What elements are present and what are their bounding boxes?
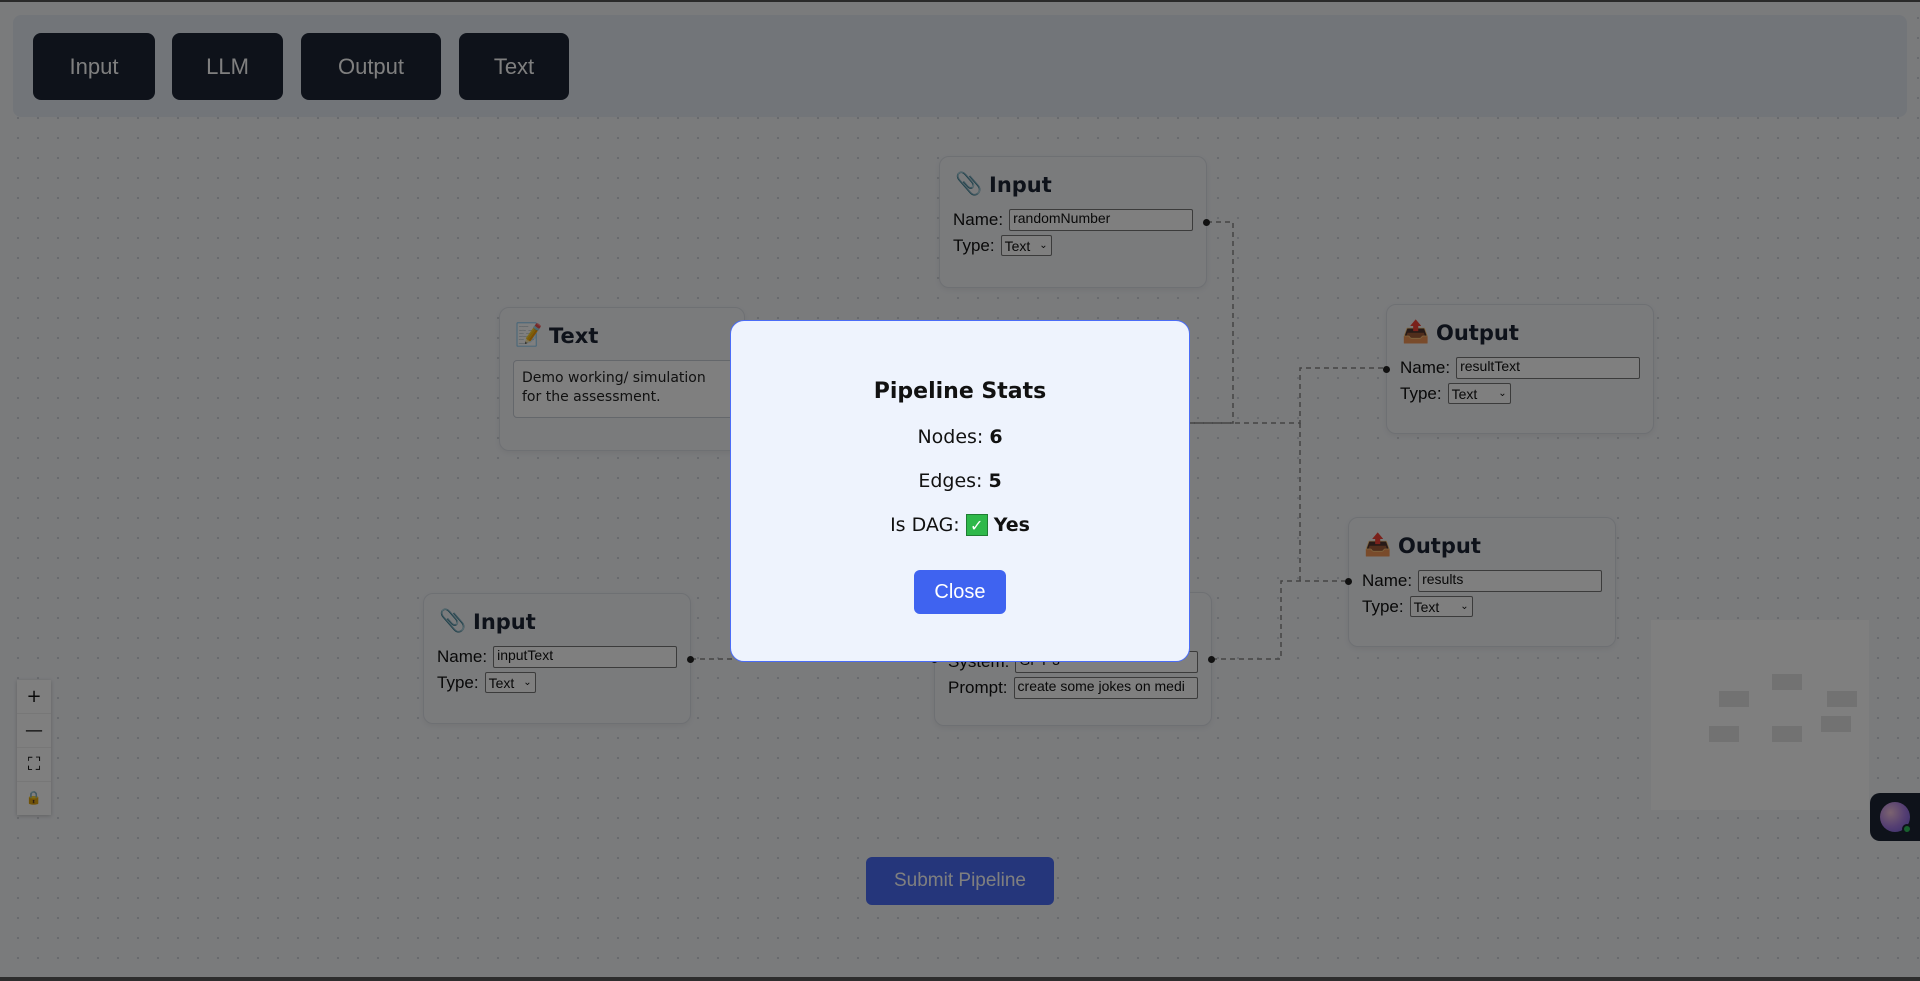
nodes-value: 6 <box>989 426 1003 448</box>
dag-stat: Is DAG: ✓ Yes <box>731 514 1189 536</box>
edges-stat: Edges: 5 <box>731 470 1189 492</box>
nodes-label: Nodes: <box>917 426 984 448</box>
dag-value: Yes <box>993 514 1030 536</box>
edges-value: 5 <box>988 470 1002 492</box>
checkmark-icon: ✓ <box>965 514 988 536</box>
modal-title: Pipeline Stats <box>873 379 1047 404</box>
nodes-stat: Nodes: 6 <box>731 426 1189 448</box>
pipeline-stats-modal: Pipeline Stats Nodes: 6 Edges: 5 Is DAG:… <box>730 320 1190 662</box>
edges-label: Edges: <box>918 470 983 492</box>
close-button[interactable]: Close <box>914 570 1006 614</box>
dag-label: Is DAG: <box>890 514 960 536</box>
